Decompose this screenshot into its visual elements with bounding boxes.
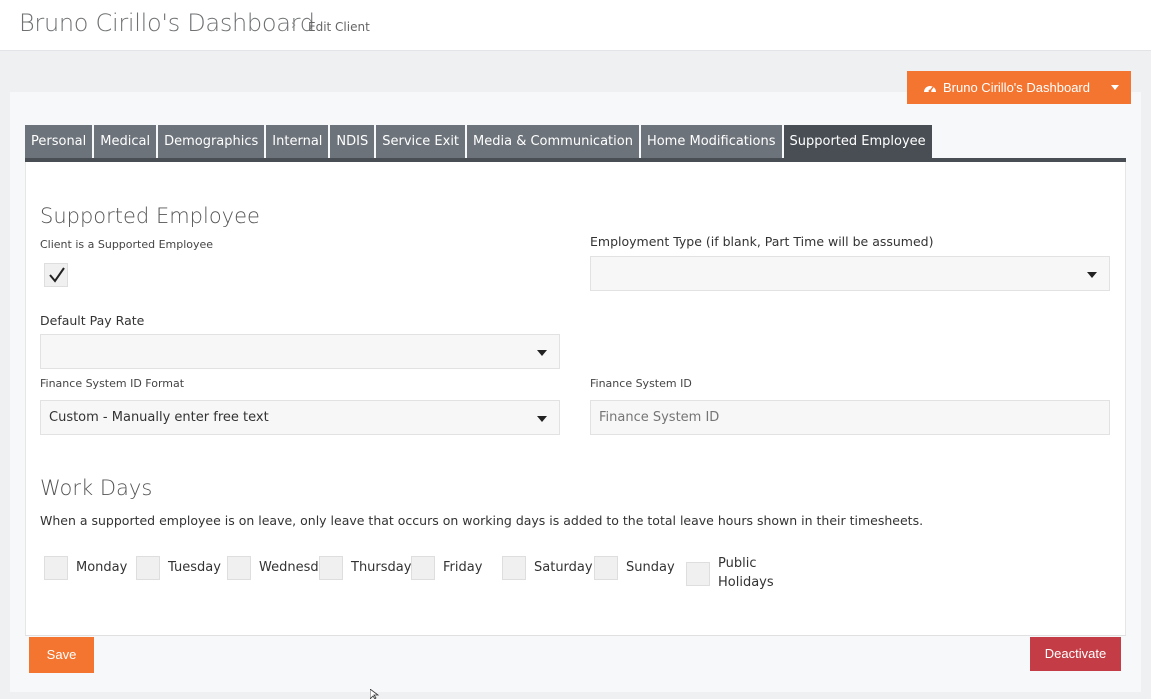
dropdown-arrow-icon (1087, 272, 1097, 278)
supported-employee-checkbox[interactable] (44, 263, 68, 287)
tab-personal[interactable]: Personal (25, 125, 93, 158)
day-label-monday: Monday (76, 560, 128, 575)
day-checkbox-saturday[interactable] (502, 556, 526, 580)
employment-type-label: Employment Type (if blank, Part Time wil… (590, 234, 934, 249)
day-checkbox-wednesday[interactable] (227, 556, 251, 580)
breadcrumb-separator: › (291, 18, 297, 33)
page-title: Bruno Cirillo's Dashboard (19, 9, 315, 37)
day-checkbox-sunday[interactable] (594, 556, 618, 580)
day-label-thursday: Thursday (351, 560, 412, 575)
checkmark-icon (49, 267, 65, 283)
day-checkbox-thursday[interactable] (319, 556, 343, 580)
day-label-public-holidays-line1: Public (718, 556, 757, 571)
mouse-cursor-icon (370, 689, 380, 699)
dropdown-arrow-icon (537, 416, 547, 422)
tab-service-exit[interactable]: Service Exit (376, 125, 466, 158)
day-checkbox-tuesday[interactable] (136, 556, 160, 580)
finance-id-input[interactable] (590, 400, 1110, 435)
dashboard-dropdown-button[interactable]: Bruno Cirillo's Dashboard (907, 71, 1131, 104)
tab-bar: Personal Medical Demographics Internal N… (25, 125, 934, 158)
tab-media-communication[interactable]: Media & Communication (467, 125, 639, 158)
tab-internal[interactable]: Internal (266, 125, 329, 158)
day-label-public-holidays-line2: Holidays (718, 575, 774, 590)
day-checkbox-friday[interactable] (411, 556, 435, 580)
deactivate-button[interactable]: Deactivate (1030, 637, 1121, 671)
caret-down-icon (1111, 85, 1119, 90)
supported-employee-checkbox-label: Client is a Supported Employee (40, 238, 214, 251)
tab-home-modifications[interactable]: Home Modifications (640, 125, 782, 158)
tab-ndis[interactable]: NDIS (330, 125, 375, 158)
dashboard-button-label: Bruno Cirillo's Dashboard (943, 80, 1090, 95)
tab-medical[interactable]: Medical (94, 125, 157, 158)
dropdown-arrow-icon (537, 350, 547, 356)
tab-demographics[interactable]: Demographics (158, 125, 265, 158)
finance-id-label: Finance System ID (590, 377, 692, 390)
day-label-saturday: Saturday (534, 560, 593, 575)
section-heading-work-days: Work Days (40, 476, 153, 500)
finance-format-label: Finance System ID Format (40, 377, 185, 390)
day-checkbox-monday[interactable] (44, 556, 68, 580)
finance-format-select[interactable]: Custom - Manually enter free text (40, 400, 560, 435)
top-bar: Bruno Cirillo's Dashboard › Edit Client (0, 0, 1151, 51)
dashboard-gauge-icon (924, 85, 936, 92)
tab-supported-employee[interactable]: Supported Employee (783, 125, 932, 158)
day-label-tuesday: Tuesday (168, 560, 221, 575)
work-days-note: When a supported employee is on leave, o… (40, 513, 924, 528)
day-label-wednesday: Wednesday (259, 560, 323, 575)
day-checkbox-public-holidays[interactable] (686, 562, 710, 586)
default-pay-rate-select[interactable] (40, 334, 560, 369)
section-heading-supported-employee: Supported Employee (40, 204, 260, 228)
day-label-friday: Friday (443, 560, 483, 575)
day-label-sunday: Sunday (626, 560, 675, 575)
save-button[interactable]: Save (29, 637, 94, 673)
default-pay-rate-label: Default Pay Rate (40, 313, 145, 328)
employment-type-select[interactable] (590, 256, 1110, 291)
finance-format-value: Custom - Manually enter free text (49, 410, 269, 425)
breadcrumb-current: Edit Client (308, 20, 370, 34)
